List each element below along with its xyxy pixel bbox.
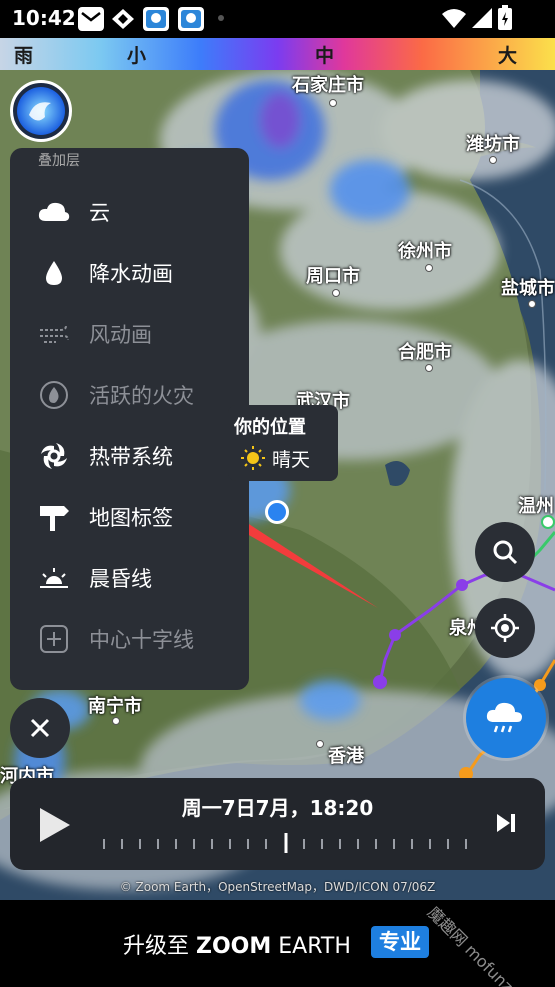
search-icon	[493, 540, 518, 565]
upgrade-text: 升级至 ZOOM EARTH	[123, 928, 351, 960]
user-location-marker[interactable]	[265, 500, 289, 524]
layer-item-fire[interactable]: 活跃的火灾	[10, 364, 249, 425]
city-dot	[332, 289, 340, 297]
city-label: 合肥市	[398, 342, 452, 363]
dot-icon	[218, 15, 224, 21]
city-dot	[316, 740, 324, 748]
map-attribution: © Zoom Earth，OpenStreetMap，DWD/ICON 07/0…	[119, 880, 436, 894]
precipitation-legend: 雨 小 中 大	[0, 38, 555, 70]
city-dot	[528, 300, 536, 308]
city-dot	[112, 717, 120, 725]
legend-label-heavy: 大	[498, 45, 518, 67]
close-icon	[30, 718, 50, 738]
city-label: 南宁市	[88, 696, 142, 717]
upgrade-brand: ZOOM	[196, 934, 272, 959]
pro-badge: 专业	[371, 926, 429, 958]
layer-label: 地图标签	[89, 505, 173, 530]
weather-app-icon-1	[143, 7, 169, 31]
cloud-icon	[38, 196, 70, 228]
layer-label: 晨昏线	[89, 566, 152, 591]
layer-panel: 叠加层 云 降水动画 风动画 活跃的火灾 热带系统 地图标签 晨昏线 中心十字线	[10, 148, 249, 690]
layer-label: 活跃的火灾	[89, 383, 194, 408]
layer-label: 降水动画	[89, 261, 173, 286]
weather-layer-button[interactable]	[466, 678, 546, 758]
layer-label: 中心十字线	[89, 627, 194, 652]
city-label: 盐城市	[501, 278, 555, 299]
upgrade-prefix: 升级至	[123, 934, 196, 959]
layer-item-precipitation[interactable]: 降水动画	[10, 242, 249, 303]
timeline-bar: 周一7日7月，18:20	[10, 778, 545, 870]
layer-item-tropical[interactable]: 热带系统	[10, 425, 249, 486]
rain-cloud-icon	[486, 702, 522, 733]
layer-label: 云	[89, 200, 110, 225]
legend-label-medium: 中	[315, 45, 335, 67]
layer-label: 热带系统	[89, 444, 173, 469]
timeline-datetime: 周一7日7月，18:20	[181, 796, 374, 820]
zoom-earth-logo-icon	[17, 87, 65, 135]
sun-icon	[240, 445, 266, 475]
location-weather: 晴天	[272, 449, 311, 471]
city-label: 周口市	[306, 266, 360, 287]
skip-next-icon	[497, 814, 515, 832]
status-time: 10:42	[12, 6, 76, 30]
city-dot	[425, 364, 433, 372]
skip-end-button[interactable]	[495, 812, 517, 838]
city-label: 香港	[328, 746, 364, 767]
wifi-icon	[440, 6, 468, 34]
status-bar: 10:42	[0, 0, 555, 38]
legend-label-light: 小	[127, 45, 147, 67]
layer-item-crosshair[interactable]: 中心十字线	[10, 608, 249, 669]
layer-item-map-labels[interactable]: 地图标签	[10, 486, 249, 547]
search-button[interactable]	[475, 522, 535, 582]
layer-item-wind[interactable]: 风动画	[10, 303, 249, 364]
signpost-icon	[38, 501, 70, 533]
city-dot	[425, 264, 433, 272]
timeline-scrubber[interactable]	[100, 833, 480, 853]
layer-item-cloud[interactable]: 云	[10, 181, 249, 242]
my-location-button[interactable]	[475, 598, 535, 658]
crosshair-target-icon	[491, 614, 519, 642]
layer-item-terminator[interactable]: 晨昏线	[10, 547, 249, 608]
city-label: 石家庄市	[292, 75, 364, 96]
message-icon	[78, 7, 104, 31]
close-panel-button[interactable]	[10, 698, 70, 758]
city-label: 潍坊市	[466, 134, 520, 155]
weather-app-icon-2	[178, 7, 204, 31]
city-dot	[329, 99, 337, 107]
app-notification-icon	[110, 7, 136, 31]
hurricane-icon	[38, 440, 70, 472]
battery-icon	[497, 5, 513, 35]
legend-label-rain: 雨	[14, 45, 34, 67]
crosshair-box-icon	[38, 623, 70, 655]
layer-panel-header: 叠加层	[38, 153, 80, 169]
wind-icon	[38, 318, 70, 350]
sunrise-icon	[38, 562, 70, 594]
raindrop-icon	[38, 257, 70, 289]
upgrade-brand2: EARTH	[271, 934, 351, 959]
signal-icon	[470, 6, 494, 34]
city-label: 温州	[518, 496, 554, 517]
layer-label: 风动画	[89, 322, 152, 347]
location-tooltip[interactable]: 你的位置 晴天	[228, 405, 338, 481]
layers-button[interactable]	[10, 80, 72, 142]
city-dot	[489, 156, 497, 164]
location-title: 你的位置	[234, 417, 306, 438]
city-label: 徐州市	[398, 241, 452, 262]
fire-icon	[38, 379, 70, 411]
